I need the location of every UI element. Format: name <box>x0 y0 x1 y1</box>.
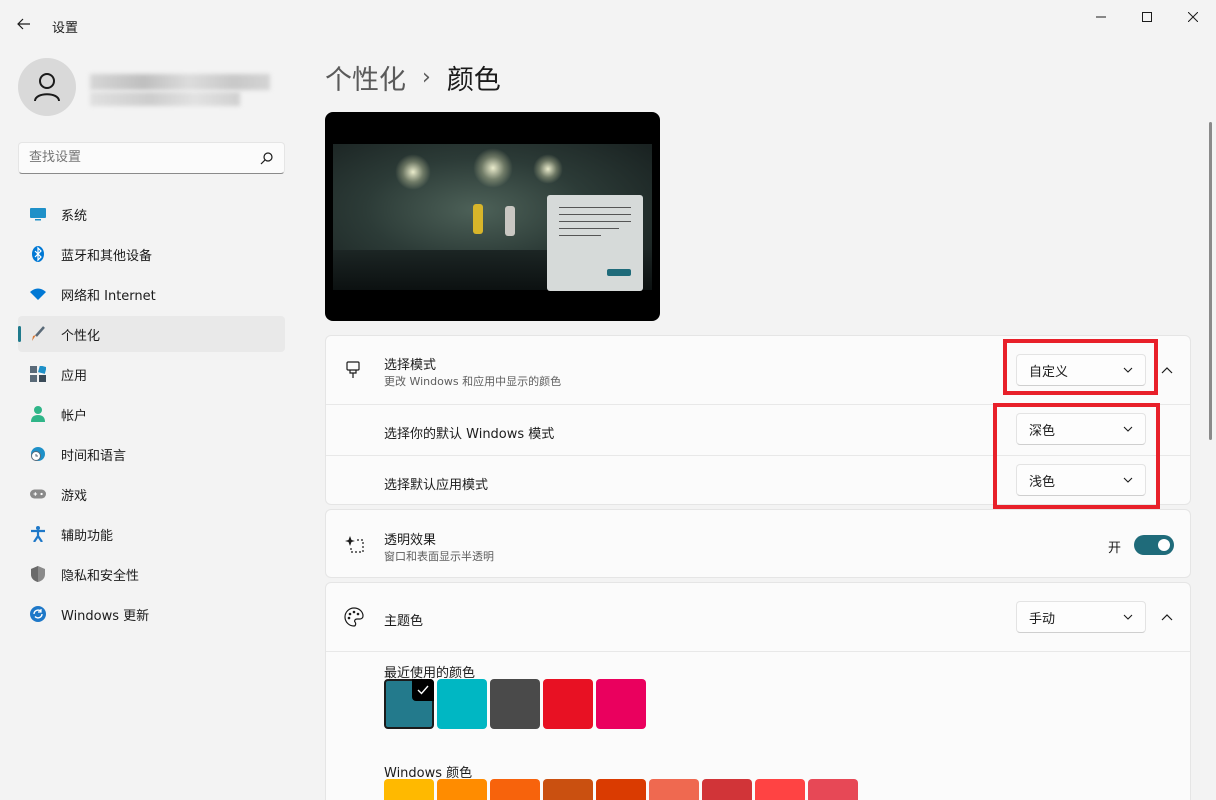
transparency-subtitle: 窗口和表面显示半透明 <box>384 550 494 563</box>
sidebar-item-label: 游戏 <box>61 488 88 504</box>
apps-icon <box>30 366 46 382</box>
sidebar-item-label: 时间和语言 <box>61 448 127 464</box>
sidebar-item-label: 蓝牙和其他设备 <box>61 248 153 264</box>
theme-preview <box>325 112 660 321</box>
shield-icon <box>30 566 46 582</box>
highlight-box-mode <box>1003 339 1158 395</box>
preview-window-mockup <box>547 195 643 291</box>
avatar <box>18 58 76 116</box>
sidebar-item-windows-update[interactable]: Windows 更新 <box>18 596 285 632</box>
sidebar-item-accessibility[interactable]: 辅助功能 <box>18 516 285 552</box>
search-box[interactable] <box>18 142 285 174</box>
sidebar-item-system[interactable]: 系统 <box>18 196 285 232</box>
transparency-title: 透明效果 <box>384 533 437 548</box>
search-icon[interactable] <box>260 151 274 165</box>
chevron-down-icon <box>1123 614 1133 620</box>
transparency-card: 透明效果 窗口和表面显示半透明 开 <box>325 509 1191 578</box>
sparkle-icon <box>344 534 364 554</box>
gamepad-icon <box>30 486 46 502</box>
mode-subtitle: 更改 Windows 和应用中显示的颜色 <box>384 375 562 388</box>
account-icon <box>30 406 46 422</box>
color-swatch[interactable] <box>490 779 540 800</box>
breadcrumb-separator: › <box>422 65 431 90</box>
color-swatch[interactable] <box>543 779 593 800</box>
color-swatch[interactable] <box>543 679 593 729</box>
accent-title: 主题色 <box>384 614 424 629</box>
minimize-button[interactable] <box>1078 0 1124 34</box>
divider <box>326 651 1190 652</box>
transparency-toggle[interactable] <box>1134 535 1174 555</box>
sidebar-item-label: 个性化 <box>61 328 101 344</box>
close-icon <box>1188 12 1198 22</box>
color-swatch[interactable] <box>437 679 487 729</box>
scrollbar[interactable] <box>1209 122 1212 440</box>
mode-title: 选择模式 <box>384 358 437 373</box>
palette-icon <box>344 607 364 627</box>
highlight-box-submodes <box>993 403 1160 509</box>
sidebar-item-bluetooth[interactable]: 蓝牙和其他设备 <box>18 236 285 272</box>
color-swatch[interactable] <box>384 779 434 800</box>
sidebar-item-label: Windows 更新 <box>61 608 150 624</box>
color-swatch[interactable] <box>808 779 858 800</box>
sidebar-item-network[interactable]: 网络和 Internet <box>18 276 285 312</box>
color-swatch[interactable] <box>649 779 699 800</box>
redacted-user-email <box>90 92 240 106</box>
close-button[interactable] <box>1170 0 1216 34</box>
sidebar-item-time-language[interactable]: 时间和语言 <box>18 436 285 472</box>
sidebar-item-label: 辅助功能 <box>61 528 114 544</box>
user-profile[interactable] <box>18 58 288 122</box>
color-swatch[interactable] <box>755 779 805 800</box>
bluetooth-icon <box>30 246 46 262</box>
minimize-icon <box>1096 16 1106 18</box>
sidebar-item-accounts[interactable]: 帐户 <box>18 396 285 432</box>
redacted-user-name <box>90 74 270 90</box>
checkmark-icon <box>412 679 434 701</box>
sidebar-item-gaming[interactable]: 游戏 <box>18 476 285 512</box>
sidebar-item-apps[interactable]: 应用 <box>18 356 285 392</box>
accent-mode-dropdown-value: 手动 <box>1029 611 1056 627</box>
accent-color-card: 主题色 手动 最近使用的颜色 Windows 颜色 <box>325 582 1191 800</box>
accessibility-icon <box>30 526 46 542</box>
sidebar-item-privacy[interactable]: 隐私和安全性 <box>18 556 285 592</box>
color-swatch[interactable] <box>490 679 540 729</box>
clock-globe-icon <box>30 446 46 462</box>
monitor-icon <box>30 206 46 222</box>
color-swatch[interactable] <box>596 679 646 729</box>
sidebar-item-label: 隐私和安全性 <box>61 568 140 584</box>
back-button[interactable] <box>10 10 38 38</box>
chevron-up-icon[interactable] <box>1160 365 1174 375</box>
maximize-button[interactable] <box>1124 0 1170 34</box>
person-icon <box>34 73 60 102</box>
windows-mode-label: 选择你的默认 Windows 模式 <box>384 427 555 442</box>
sidebar-item-label: 系统 <box>61 208 88 224</box>
breadcrumb: 个性化 › 颜色 <box>325 58 501 97</box>
color-swatch[interactable] <box>702 779 752 800</box>
app-mode-label: 选择默认应用模式 <box>384 478 489 493</box>
page-title: 颜色 <box>446 65 501 96</box>
brush-icon <box>30 326 46 342</box>
brush-icon <box>343 360 363 380</box>
wifi-icon <box>30 286 46 302</box>
sidebar-item-label: 帐户 <box>61 408 88 424</box>
transparency-toggle-label: 开 <box>1108 541 1122 556</box>
back-arrow-icon <box>17 18 30 30</box>
app-title: 设置 <box>52 21 79 36</box>
sidebar-nav: 系统 蓝牙和其他设备 网络和 Internet 个性化 应用 帐户 时间和语言 … <box>18 196 285 636</box>
sidebar-item-personalization[interactable]: 个性化 <box>18 316 285 352</box>
breadcrumb-parent[interactable]: 个性化 <box>325 58 406 97</box>
maximize-icon <box>1142 12 1152 22</box>
update-icon <box>30 606 46 622</box>
title-bar: 设置 <box>0 0 1216 48</box>
color-swatch[interactable] <box>437 779 487 800</box>
color-swatch[interactable] <box>384 679 434 729</box>
color-swatch[interactable] <box>596 779 646 800</box>
toggle-knob <box>1158 539 1170 551</box>
search-input[interactable] <box>29 150 249 165</box>
accent-mode-dropdown[interactable]: 手动 <box>1016 601 1146 633</box>
chevron-up-icon[interactable] <box>1160 612 1174 622</box>
sidebar-item-label: 网络和 Internet <box>61 288 156 304</box>
sidebar-item-label: 应用 <box>61 368 88 384</box>
